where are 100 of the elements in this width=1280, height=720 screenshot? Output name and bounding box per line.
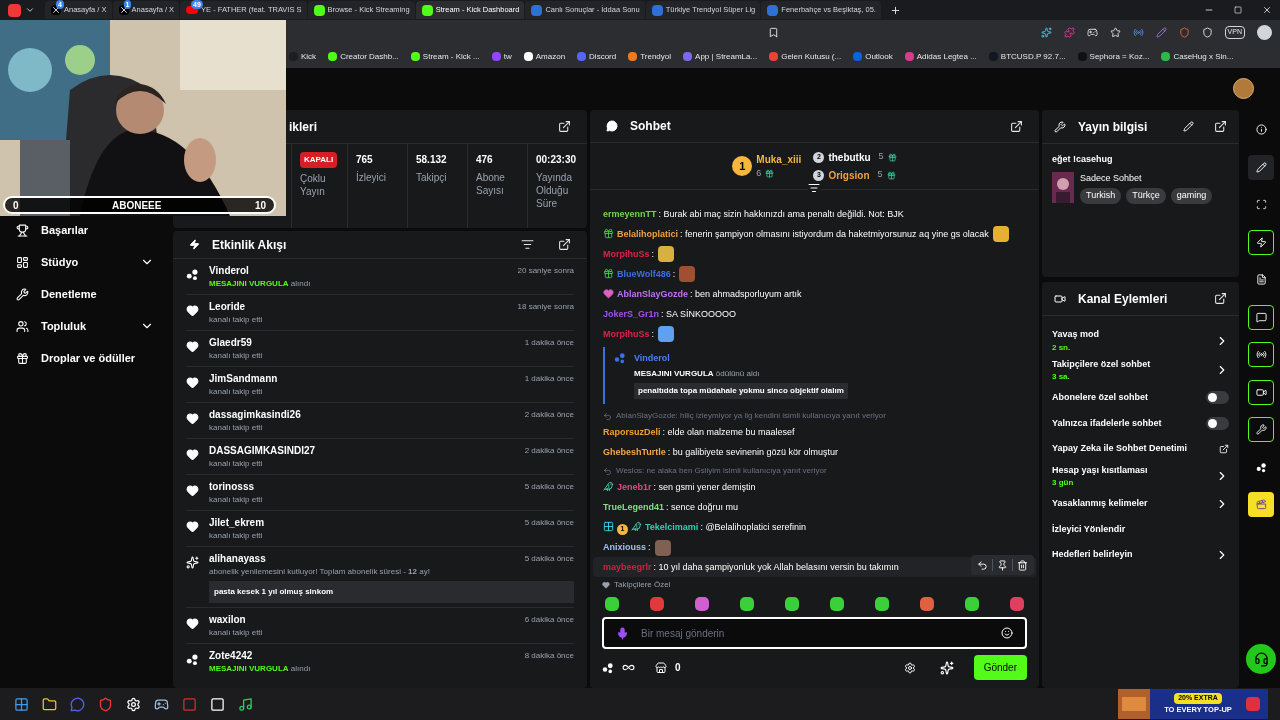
bookmark[interactable]: App | StreamLa...: [683, 50, 758, 63]
mic-icon[interactable]: [616, 626, 629, 640]
heart-icon: [186, 617, 199, 630]
bookmark[interactable]: Outlook: [853, 50, 893, 63]
rail-button[interactable]: [1248, 229, 1274, 255]
channel-action[interactable]: Takipçilere özel sohbet 3 sa.: [1052, 355, 1229, 385]
toggle-switch[interactable]: [1206, 416, 1229, 430]
username[interactable]: Jeneb1r: [617, 481, 652, 493]
rail-button[interactable]: [1248, 342, 1274, 367]
filter-icon[interactable]: [521, 238, 534, 251]
sidebar-item[interactable]: Droplar ve ödüller: [0, 342, 170, 374]
pop-out-icon[interactable]: [558, 120, 571, 133]
new-tab-icon[interactable]: [889, 4, 901, 16]
send-button[interactable]: Gönder: [973, 655, 1027, 680]
rail-button[interactable]: [1248, 154, 1274, 180]
tag[interactable]: Turkish: [1080, 188, 1122, 204]
emote-icon[interactable]: [875, 597, 889, 611]
username[interactable]: Vinderol: [634, 351, 670, 365]
bookmark[interactable]: tw: [491, 50, 512, 63]
rail-button[interactable]: [1248, 379, 1274, 405]
bookmark[interactable]: Amazon: [523, 50, 566, 63]
heart-icon: [186, 304, 199, 317]
emoji-icon[interactable]: [1001, 627, 1013, 639]
emote-icon[interactable]: [650, 597, 664, 611]
external-link-icon: [1219, 443, 1229, 454]
emote-icon[interactable]: [830, 597, 844, 611]
bookmark[interactable]: Kick: [289, 50, 317, 63]
pop-out-icon[interactable]: [1010, 119, 1023, 133]
username[interactable]: Tekelcimami: [645, 521, 699, 533]
channel-action[interactable]: İzleyici Yönlendir: [1052, 516, 1229, 542]
username[interactable]: MorpihuSs: [603, 247, 650, 260]
emote-icon[interactable]: [740, 597, 754, 611]
pop-out-icon[interactable]: [1214, 292, 1227, 305]
settings-icon[interactable]: [903, 661, 916, 674]
extension-icon[interactable]: [1040, 27, 1052, 38]
bookmark[interactable]: Stream - Kick ...: [410, 50, 480, 63]
username[interactable]: Belalihoplatici: [617, 227, 678, 240]
username[interactable]: BlueWolf486: [617, 267, 671, 280]
channel-action[interactable]: Yalnızca ifadelerle sohbet: [1052, 410, 1229, 436]
taskbar-icon[interactable]: [42, 696, 57, 712]
emote-icon[interactable]: [695, 597, 709, 611]
user-avatar[interactable]: [1233, 77, 1254, 99]
emote-icon[interactable]: [605, 597, 619, 611]
emote-icon[interactable]: [785, 597, 799, 611]
pop-out-icon[interactable]: [558, 238, 571, 251]
delete-icon[interactable]: [1017, 559, 1028, 571]
tag[interactable]: Türkçe: [1126, 188, 1166, 204]
close-icon[interactable]: [1262, 5, 1272, 15]
toggle-switch[interactable]: [1206, 391, 1229, 405]
emote-icon[interactable]: [920, 597, 934, 611]
bookmark-icon[interactable]: [767, 27, 779, 38]
channel-action[interactable]: Hedefleri belirleyin: [1052, 542, 1229, 568]
effects-icon[interactable]: [939, 660, 954, 675]
bookmark[interactable]: Trendyol: [628, 50, 672, 63]
bookmark[interactable]: Sephora = Koz...: [1077, 50, 1150, 63]
username[interactable]: GhebeshTurtle: [603, 446, 666, 458]
emote-icon[interactable]: [965, 597, 979, 611]
sidebar-item[interactable]: Topluluk: [0, 310, 170, 342]
bookmark[interactable]: Adidas Legtea ...: [904, 50, 977, 63]
sidebar-item[interactable]: Denetleme: [0, 278, 170, 310]
pin-icon[interactable]: [997, 559, 1008, 571]
username[interactable]: ermeyennTT: [603, 207, 657, 220]
channel-action[interactable]: Abonelere özel sohbet: [1052, 385, 1229, 411]
username[interactable]: JokerS_Gr1n: [603, 307, 660, 320]
menu-caret-icon[interactable]: [25, 5, 35, 15]
username[interactable]: RaporsuzDeli: [603, 426, 661, 438]
timestamp: 18 saniye sonra: [517, 300, 574, 313]
taskbar-icon[interactable]: [14, 696, 29, 712]
taskbar-icon[interactable]: [154, 696, 169, 712]
sidebar-item[interactable]: Başarılar: [0, 214, 170, 246]
username[interactable]: MorpihuSs: [603, 327, 650, 340]
support-button[interactable]: [1246, 644, 1276, 674]
store-icon[interactable]: [655, 661, 667, 674]
bookmark[interactable]: Gelen Kutusu (...: [769, 50, 842, 63]
edit-icon[interactable]: [1183, 121, 1194, 132]
scan-icon: [1255, 199, 1267, 210]
taskbar-icon[interactable]: [238, 696, 253, 712]
reply-icon[interactable]: [977, 559, 988, 571]
username[interactable]: AblanSlayGozde: [617, 287, 688, 300]
reward-text: MESAJINI VURGULA ödülünü aldı: [633, 368, 761, 380]
sidebar-item[interactable]: Stüdyo: [0, 246, 170, 278]
tag[interactable]: gaming: [1170, 188, 1213, 204]
channel-action[interactable]: Yapay Zeka ile Sohbet Denetimi: [1052, 436, 1229, 462]
rail-button[interactable]: [1248, 304, 1274, 330]
pop-out-icon[interactable]: [1214, 120, 1227, 133]
channel-action[interactable]: Yasaklanmış kelimeler: [1052, 491, 1229, 517]
bookmark[interactable]: CaseHug x Sin...: [1161, 50, 1234, 63]
bookmark[interactable]: Creator Dashb...: [328, 50, 399, 63]
message-input[interactable]: Bir mesaj gönderin: [641, 625, 989, 641]
username[interactable]: TrueLegend41: [603, 501, 665, 513]
bookmark[interactable]: BTCUSD.P 92.7...: [988, 50, 1066, 63]
username[interactable]: Anixiouss: [603, 541, 646, 553]
emote-icon[interactable]: [1010, 597, 1024, 611]
profile-avatar[interactable]: [1257, 25, 1272, 40]
channel-action[interactable]: Yavaş mod 2 sn.: [1052, 326, 1229, 356]
rail-button[interactable]: [1248, 417, 1274, 442]
bookmark[interactable]: Discord: [577, 50, 617, 63]
channel-action[interactable]: Hesap yaşı kısıtlaması 3 gün: [1052, 461, 1229, 491]
message-composer[interactable]: Bir mesaj gönderin: [602, 617, 1027, 649]
maximize-icon[interactable]: [1234, 6, 1242, 14]
